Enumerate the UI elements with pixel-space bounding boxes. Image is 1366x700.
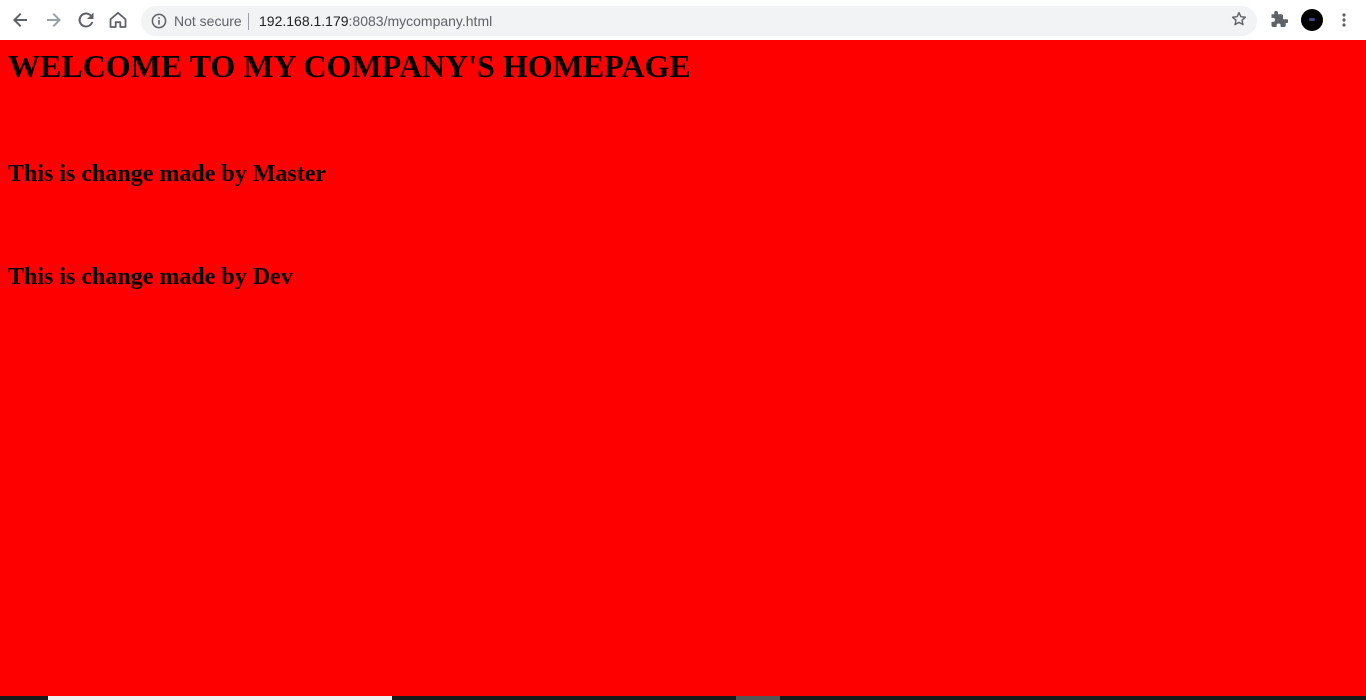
bookmark-button[interactable]: [1229, 11, 1249, 31]
info-icon[interactable]: [151, 13, 167, 29]
home-button[interactable]: [106, 8, 130, 32]
forward-arrow-icon: [44, 11, 62, 29]
home-icon: [109, 11, 127, 29]
master-change-text: This is change made by Master: [8, 161, 326, 187]
back-button[interactable]: [9, 8, 33, 32]
forward-button[interactable]: [41, 8, 65, 32]
security-status-label[interactable]: Not secure: [174, 13, 242, 29]
star-icon: [1231, 11, 1247, 32]
dev-change-text: This is change made by Dev: [8, 264, 293, 290]
url-text[interactable]: 192.168.1.179:8083/mycompany.html: [259, 13, 492, 29]
browser-menu-button[interactable]: [1332, 8, 1356, 32]
taskbar-active-item[interactable]: [48, 696, 392, 700]
browser-toolbar: Not secure 192.168.1.179:8083/mycompany.…: [0, 0, 1366, 40]
profile-avatar[interactable]: [1301, 9, 1323, 31]
avatar-image: [1309, 18, 1315, 21]
puzzle-icon: [1270, 11, 1288, 29]
extensions-button[interactable]: [1267, 8, 1291, 32]
page-content: WELCOME TO MY COMPANY'S HOMEPAGE This is…: [0, 40, 1366, 696]
url-host: 192.168.1.179: [259, 13, 349, 29]
taskbar-item[interactable]: [736, 696, 780, 700]
address-bar[interactable]: Not secure 192.168.1.179:8083/mycompany.…: [141, 6, 1257, 36]
omnibox-divider: [248, 13, 249, 30]
reload-icon: [77, 11, 95, 29]
reload-button[interactable]: [74, 8, 98, 32]
page-heading: WELCOME TO MY COMPANY'S HOMEPAGE: [8, 48, 691, 84]
back-arrow-icon: [12, 11, 30, 29]
kebab-menu-icon: [1336, 12, 1352, 28]
url-path: :8083/mycompany.html: [348, 13, 493, 29]
